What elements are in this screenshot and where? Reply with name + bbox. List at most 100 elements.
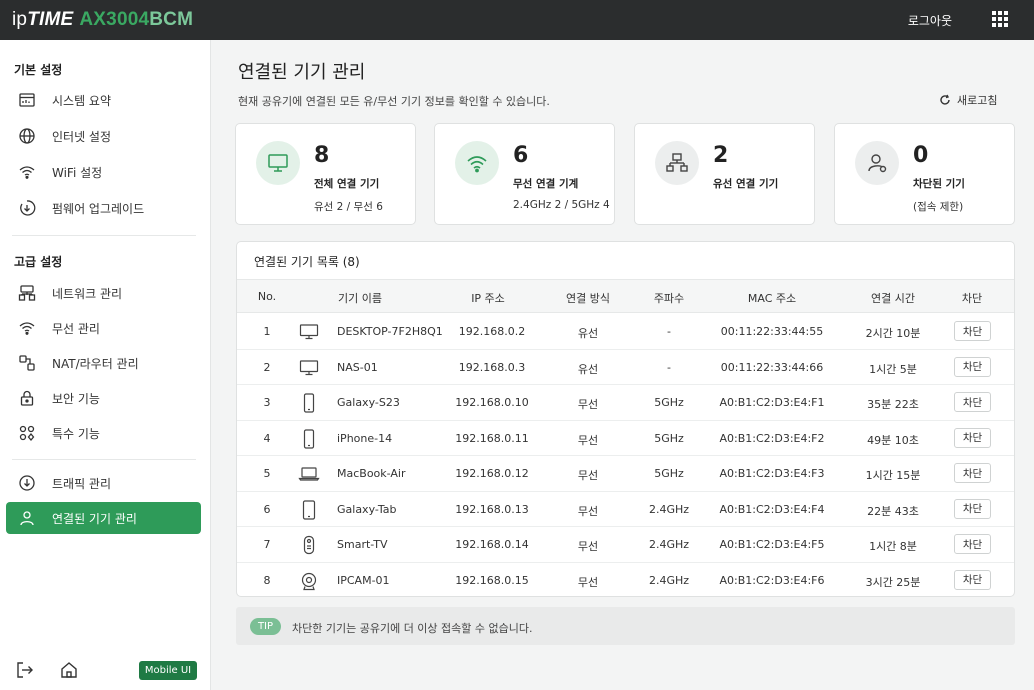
summary-card-total: 8 전체 연결 기기 유선 2 / 무선 6	[235, 123, 416, 225]
cell-no: 6	[263, 502, 271, 516]
dashboard-icon	[17, 90, 37, 110]
card-label: 유선 연결 기기	[713, 178, 779, 190]
sidebar-item-traffic[interactable]: 트래픽 관리	[6, 467, 201, 499]
upgrade-icon	[17, 198, 37, 218]
sidebar-item-label: 특수 기능	[52, 426, 100, 441]
brand-logo[interactable]: ipTIME AX3004BCM	[12, 9, 193, 31]
cell-no: 5	[263, 467, 271, 480]
sidebar-item-label: 연결된 기기 관리	[52, 511, 137, 526]
column-header: IP 주소	[471, 292, 505, 305]
sidebar-item-security[interactable]: 보안 기능	[6, 382, 201, 414]
table-row: 8 IPCAM-01 192.168.0.15 무선 2.4GHz A0:B1:C2:D3…	[237, 563, 1014, 597]
logout-icon[interactable]	[14, 659, 36, 681]
network-icon	[17, 283, 37, 303]
sidebar-item-label: 트래픽 관리	[52, 476, 112, 491]
divider	[12, 459, 196, 460]
sidebar-item-wireless[interactable]: 무선 관리	[6, 312, 201, 344]
refresh-button[interactable]: 새로고침	[939, 92, 997, 108]
card-sub: (접속 제한)	[913, 201, 964, 213]
card-label: 차단된 기기	[913, 178, 965, 190]
traffic-icon	[17, 473, 37, 493]
cell-mac-address: A0:B1:C2:D3:E4:F5	[719, 538, 825, 551]
brand-ip: ip	[12, 9, 28, 30]
block-button[interactable]: 차단	[954, 498, 991, 519]
sidebar-item-firmware[interactable]: 펌웨어 업그레이드	[6, 192, 201, 224]
card-number: 6	[513, 143, 529, 168]
remote-icon	[298, 534, 320, 556]
brand-time: TIME	[27, 9, 74, 30]
table-header: No. 기기 이름 IP 주소 연결 방식 주파수 MAC 주소 연결 시간 차…	[237, 279, 1014, 313]
cell-ip-address: 192.168.0.2	[458, 325, 526, 338]
logout-link[interactable]: 로그아웃	[908, 12, 952, 29]
cell-device-name: Galaxy-S23	[337, 396, 400, 409]
grid-icon[interactable]	[992, 11, 1008, 27]
sidebar-item-internet[interactable]: 인터넷 설정	[6, 120, 201, 152]
summary-card-wired: 2 유선 연결 기기	[634, 123, 815, 225]
cell-device-name: Smart-TV	[337, 538, 388, 551]
card-number: 2	[713, 143, 729, 168]
cell-device-name: IPCAM-01	[337, 573, 390, 587]
cell-connected-time: 2시간 10분	[865, 327, 921, 340]
card-number: 0	[913, 143, 929, 168]
cell-connection-type: 무선	[577, 433, 599, 447]
sidebar-item-label: WiFi 설정	[52, 165, 103, 180]
mobile-ui-button[interactable]: Mobile UI	[139, 661, 197, 680]
cell-frequency: -	[667, 360, 671, 374]
card-number: 8	[314, 143, 330, 168]
cell-connection-type: 무선	[577, 504, 599, 518]
cell-ip-address: 192.168.0.14	[455, 538, 529, 551]
cell-frequency: 5GHz	[654, 467, 684, 480]
cell-no: 1	[263, 325, 271, 338]
sidebar-item-wifi[interactable]: WiFi 설정	[6, 156, 201, 188]
laptop-icon	[298, 463, 320, 485]
lock-icon	[17, 388, 37, 408]
sidebar-item-connected-devices[interactable]: 연결된 기기 관리	[6, 502, 201, 534]
block-button[interactable]: 차단	[954, 534, 991, 554]
table-row: 1 DESKTOP-7F2H8Q1 192.168.0.2 유선 - 00:11:22:3…	[237, 314, 1014, 350]
sidebar-item-system-summary[interactable]: 시스템 요약	[6, 84, 201, 116]
tip-bar: TIP 차단한 기기는 공유기에 더 이상 접속할 수 없습니다.	[236, 607, 1015, 645]
column-header: 주파수	[653, 292, 685, 305]
cell-device-name: Galaxy-Tab	[337, 502, 397, 516]
block-button[interactable]: 차단	[954, 356, 991, 377]
cell-connection-type: 무선	[577, 398, 599, 411]
block-button[interactable]: 차단	[954, 569, 991, 590]
cell-no: 3	[263, 396, 271, 409]
cell-ip-address: 192.168.0.3	[458, 360, 526, 374]
cell-device-name: NAS-01	[337, 360, 378, 374]
section-title-basic: 기본 설정	[14, 63, 63, 77]
column-header: 기기 이름	[338, 292, 382, 305]
column-header: No.	[257, 290, 277, 303]
camera-icon	[298, 570, 320, 592]
block-button[interactable]: 차단	[954, 321, 991, 341]
sidebar-item-special[interactable]: 특수 기능	[6, 417, 201, 449]
cell-mac-address: 00:11:22:33:44:55	[720, 325, 824, 338]
tablet-icon	[298, 499, 320, 521]
block-button[interactable]: 차단	[954, 427, 991, 448]
cell-device-name: DESKTOP-7F2H8Q1	[337, 325, 443, 338]
sidebar-item-label: 무선 관리	[52, 321, 100, 336]
phone-icon	[298, 428, 320, 450]
cell-ip-address: 192.168.0.15	[455, 573, 529, 587]
top-bar: ipTIME AX3004BCM 로그아웃	[0, 0, 1034, 40]
block-button[interactable]: 차단	[954, 463, 991, 483]
table-row: 5 MacBook-Air 192.168.0.12 무선 5GHz A0:B1:C2:D…	[237, 456, 1014, 492]
sidebar-item-network[interactable]: 네트워크 관리	[6, 277, 201, 309]
cell-no: 4	[263, 431, 271, 445]
cell-no: 2	[263, 360, 271, 374]
cell-frequency: 2.4GHz	[648, 502, 690, 516]
sidebar-item-nat-router[interactable]: NAT/라우터 관리	[6, 347, 201, 379]
user-icon	[17, 508, 37, 528]
wifi-icon	[17, 162, 37, 182]
cell-mac-address: A0:B1:C2:D3:E4:F2	[719, 431, 825, 445]
block-button[interactable]: 차단	[954, 392, 991, 412]
summary-card-blocked: 0 차단된 기기 (접속 제한)	[834, 123, 1015, 225]
cell-frequency: 5GHz	[654, 431, 684, 445]
cell-device-name: iPhone-14	[337, 431, 393, 445]
cell-connected-time: 3시간 25분	[865, 575, 921, 589]
wifi-icon	[17, 318, 37, 338]
page-description: 현재 공유기에 연결된 모든 유/무선 기기 정보를 확인할 수 있습니다.	[238, 95, 550, 108]
home-icon[interactable]	[58, 659, 80, 681]
summary-card-wireless: 6 무선 연결 기계 2.4GHz 2 / 5GHz 4	[434, 123, 615, 225]
card-label: 전체 연결 기기	[314, 178, 380, 190]
